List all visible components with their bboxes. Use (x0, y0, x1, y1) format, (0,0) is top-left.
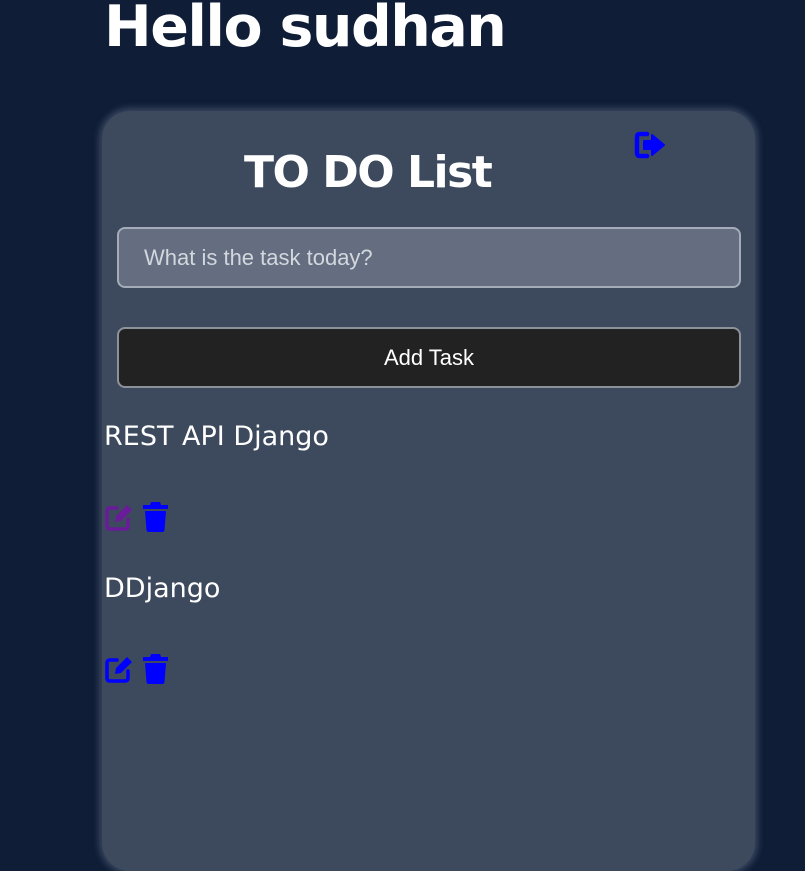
todo-card: TO DO List Add Task REST API Django DDja… (102, 111, 755, 871)
edit-icon (105, 505, 132, 531)
logout-button[interactable] (634, 130, 668, 160)
greeting-heading: Hello sudhan (104, 0, 507, 60)
task-input[interactable] (117, 227, 741, 288)
edit-task-button[interactable] (104, 502, 134, 532)
delete-task-button[interactable] (142, 653, 169, 685)
card-title: TO DO List (244, 147, 493, 198)
delete-task-button[interactable] (142, 501, 169, 533)
add-task-button[interactable]: Add Task (117, 327, 741, 388)
trash-icon (143, 502, 168, 532)
sign-out-icon (634, 131, 665, 159)
edit-icon (105, 657, 132, 683)
task-item-text: REST API Django (104, 421, 329, 452)
task-item-text: DDjango (104, 573, 221, 604)
edit-task-button[interactable] (104, 654, 134, 684)
trash-icon (143, 654, 168, 684)
